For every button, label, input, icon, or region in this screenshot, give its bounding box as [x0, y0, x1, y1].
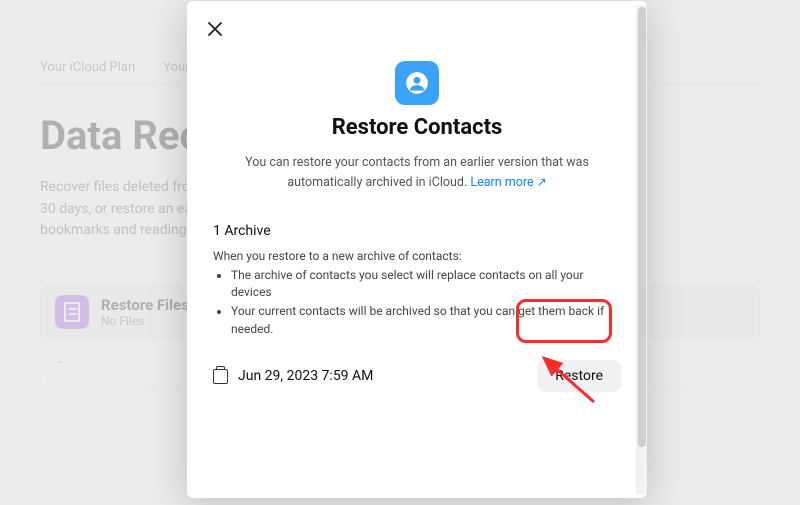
- archive-bullets: The archive of contacts you select will …: [213, 267, 621, 339]
- close-icon[interactable]: [203, 17, 227, 41]
- archive-icon: [213, 369, 228, 384]
- bullet-2: Your current contacts will be archived s…: [231, 303, 621, 338]
- modal-contact-icon: [395, 61, 439, 105]
- bullet-1: The archive of contacts you select will …: [231, 267, 621, 302]
- modal-description: You can restore your contacts from an ea…: [237, 154, 597, 193]
- archive-row: Jun 29, 2023 7:59 AM Restore: [213, 360, 621, 392]
- archive-count: 1 Archive: [213, 223, 621, 239]
- restore-button[interactable]: Restore: [537, 360, 621, 392]
- scrollbar-thumb[interactable]: [638, 7, 646, 447]
- modal-scrollbar[interactable]: [636, 5, 647, 494]
- archive-subtitle: When you restore to a new archive of con…: [213, 249, 621, 263]
- modal-title: Restore Contacts: [213, 115, 621, 140]
- archive-date: Jun 29, 2023 7:59 AM: [238, 368, 373, 384]
- learn-more-link[interactable]: Learn more: [470, 175, 546, 190]
- restore-contacts-modal: Restore Contacts You can restore your co…: [187, 1, 647, 498]
